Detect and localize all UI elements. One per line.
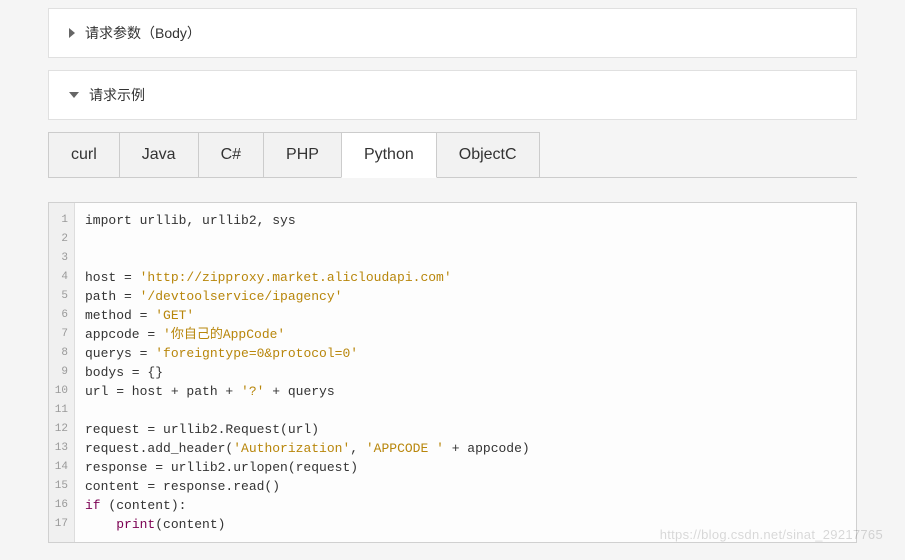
tab-java[interactable]: Java — [119, 132, 199, 177]
panel-title: 请求示例 — [89, 85, 145, 105]
watermark: https://blog.csdn.net/sinat_29217765 — [660, 527, 883, 542]
panel-title: 请求参数（Body） — [85, 23, 201, 43]
tab-csharp[interactable]: C# — [198, 132, 264, 177]
tab-objectc[interactable]: ObjectC — [436, 132, 540, 177]
tab-python[interactable]: Python — [341, 132, 437, 178]
panel-request-body[interactable]: 请求参数（Body） — [48, 8, 857, 58]
tab-curl[interactable]: curl — [48, 132, 120, 177]
line-numbers: 1 2 3 4 5 6 7 8 9 10 11 12 13 14 15 16 1… — [49, 203, 75, 542]
language-tabs: curl Java C# PHP Python ObjectC — [48, 132, 857, 178]
panel-request-example[interactable]: 请求示例 — [48, 70, 857, 120]
code-block: 1 2 3 4 5 6 7 8 9 10 11 12 13 14 15 16 1… — [48, 202, 857, 543]
code-content[interactable]: import urllib, urllib2, sys host = 'http… — [75, 203, 856, 542]
chevron-right-icon — [69, 28, 75, 38]
chevron-down-icon — [69, 92, 79, 98]
tab-php[interactable]: PHP — [263, 132, 342, 177]
